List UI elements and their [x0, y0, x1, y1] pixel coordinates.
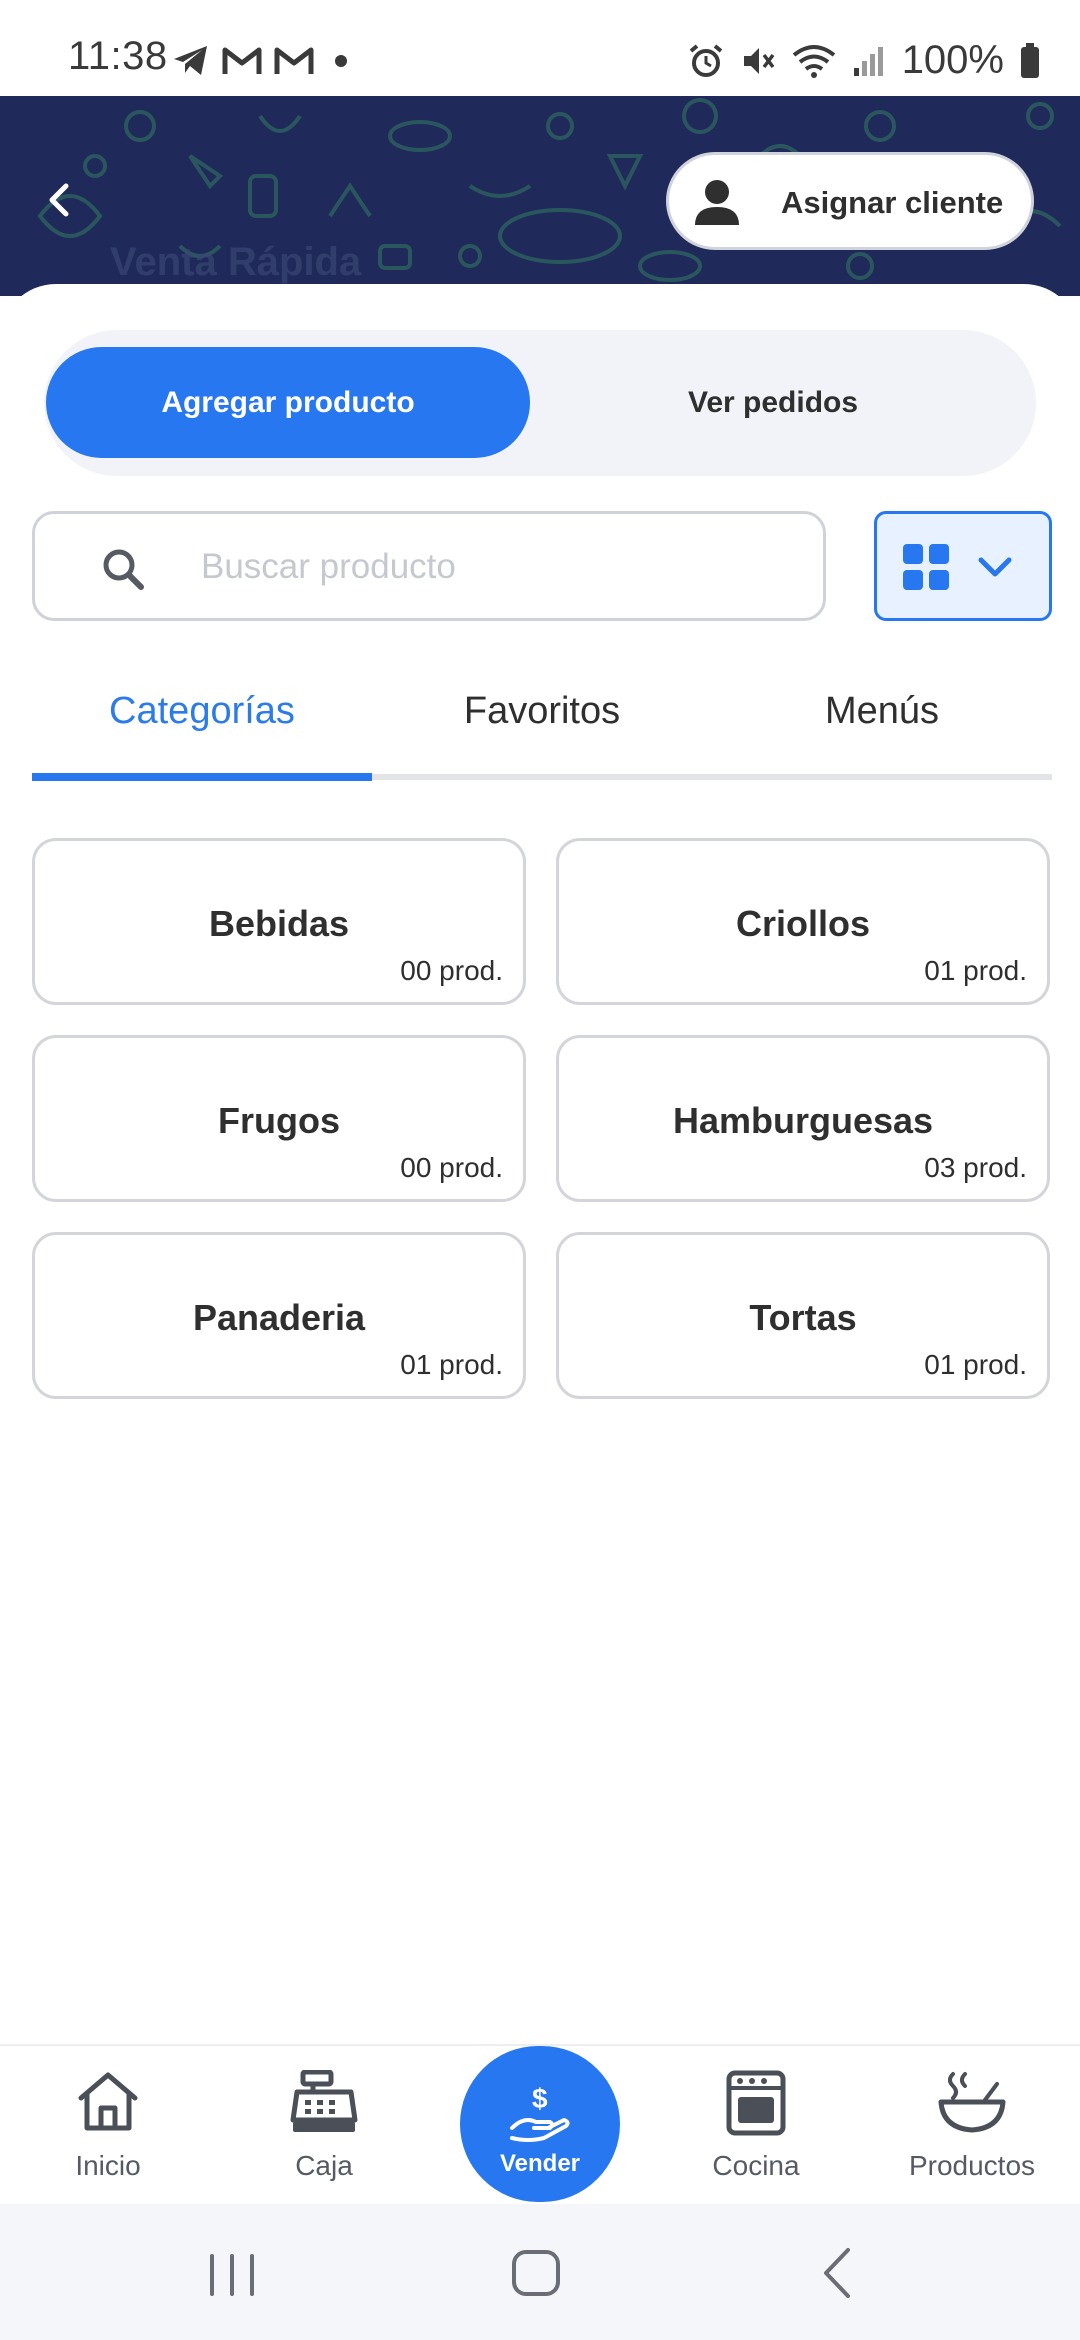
dot-icon	[335, 55, 347, 67]
search-input[interactable]	[201, 536, 781, 598]
back-button-icon[interactable]	[798, 2238, 878, 2308]
sell-hand-dollar-icon: $	[510, 2083, 570, 2142]
category-count: 00 prod.	[400, 1152, 503, 1183]
assign-client-label: Asignar cliente	[781, 185, 1004, 220]
alarm-icon	[689, 43, 722, 77]
battery-percent: 100%	[901, 38, 1004, 82]
person-icon	[695, 180, 739, 225]
gmail-icon	[274, 47, 314, 74]
search-box	[32, 511, 826, 621]
back-chevron-icon[interactable]	[36, 176, 84, 224]
tab-active-indicator	[32, 773, 372, 781]
assign-client-button[interactable]: Asignar cliente	[666, 152, 1034, 250]
category-name: Tortas	[749, 1297, 857, 1338]
recent-apps-icon[interactable]	[192, 2238, 272, 2308]
stove-icon	[726, 2070, 786, 2136]
category-card-tortas[interactable]: Tortas 01 prod.	[556, 1232, 1050, 1399]
nav-vender-button[interactable]: $ Vender	[460, 2046, 620, 2202]
nav-inicio[interactable]: Inicio	[28, 2046, 188, 2206]
battery-icon	[1021, 42, 1039, 78]
category-count: 01 prod.	[924, 1349, 1027, 1380]
category-card-frugos[interactable]: Frugos 00 prod.	[32, 1035, 526, 1202]
header-banner: Venta Rápida Asignar cliente	[0, 96, 1080, 296]
chevron-down-icon	[978, 557, 1012, 577]
signal-icon	[853, 46, 883, 76]
nav-label: Inicio	[75, 2150, 141, 2181]
category-card-hamburguesas[interactable]: Hamburguesas 03 prod.	[556, 1035, 1050, 1202]
status-left-icons	[172, 44, 356, 78]
wifi-icon	[792, 44, 835, 78]
home-icon	[78, 2072, 138, 2131]
category-name: Criollos	[735, 903, 870, 944]
telegram-icon	[174, 46, 207, 75]
status-right-icons: 100%	[688, 38, 1040, 83]
search-icon	[103, 549, 144, 590]
category-name: Panaderia	[192, 1297, 366, 1338]
nav-label: Cocina	[712, 2150, 800, 2181]
category-count: 01 prod.	[924, 955, 1027, 986]
mute-icon	[743, 47, 775, 74]
tab-favorites[interactable]: Favoritos	[372, 690, 712, 733]
category-name: Bebidas	[208, 903, 350, 944]
status-time: 11:38	[68, 34, 168, 78]
category-count: 01 prod.	[400, 1349, 503, 1380]
grid-view-icon	[903, 544, 949, 590]
category-name: Hamburguesas	[672, 1100, 934, 1141]
nav-label: Caja	[295, 2150, 353, 2181]
category-count: 00 prod.	[400, 955, 503, 986]
nav-label: Vender	[499, 2150, 581, 2177]
nav-caja[interactable]: Caja	[244, 2046, 404, 2206]
tab-categories[interactable]: Categorías	[32, 690, 372, 733]
cash-register-icon	[290, 2070, 358, 2132]
category-name: Frugos	[218, 1100, 340, 1141]
category-count: 03 prod.	[924, 1152, 1027, 1183]
nav-label: Productos	[908, 2150, 1036, 2181]
view-mode-dropdown[interactable]	[874, 511, 1052, 621]
food-bowl-icon	[938, 2072, 1006, 2133]
status-bar: 11:38 100%	[0, 0, 1080, 96]
category-card-panaderia[interactable]: Panaderia 01 prod.	[32, 1232, 526, 1399]
gmail-icon	[222, 47, 262, 74]
nav-productos[interactable]: Productos	[892, 2046, 1052, 2206]
view-orders-tab[interactable]: Ver pedidos	[530, 347, 1016, 458]
add-product-tab[interactable]: Agregar producto	[46, 347, 530, 458]
tab-menus[interactable]: Menús	[712, 690, 1052, 733]
category-tabs: Categorías Favoritos Menús	[32, 680, 1052, 780]
category-card-bebidas[interactable]: Bebidas 00 prod.	[32, 838, 526, 1005]
category-card-criollos[interactable]: Criollos 01 prod.	[556, 838, 1050, 1005]
nav-cocina[interactable]: Cocina	[676, 2046, 836, 2206]
home-button-icon[interactable]	[496, 2238, 576, 2308]
page-title: Venta Rápida	[110, 240, 362, 284]
svg-text:$: $	[532, 2083, 548, 2114]
system-navigation-bar	[0, 2204, 1080, 2340]
